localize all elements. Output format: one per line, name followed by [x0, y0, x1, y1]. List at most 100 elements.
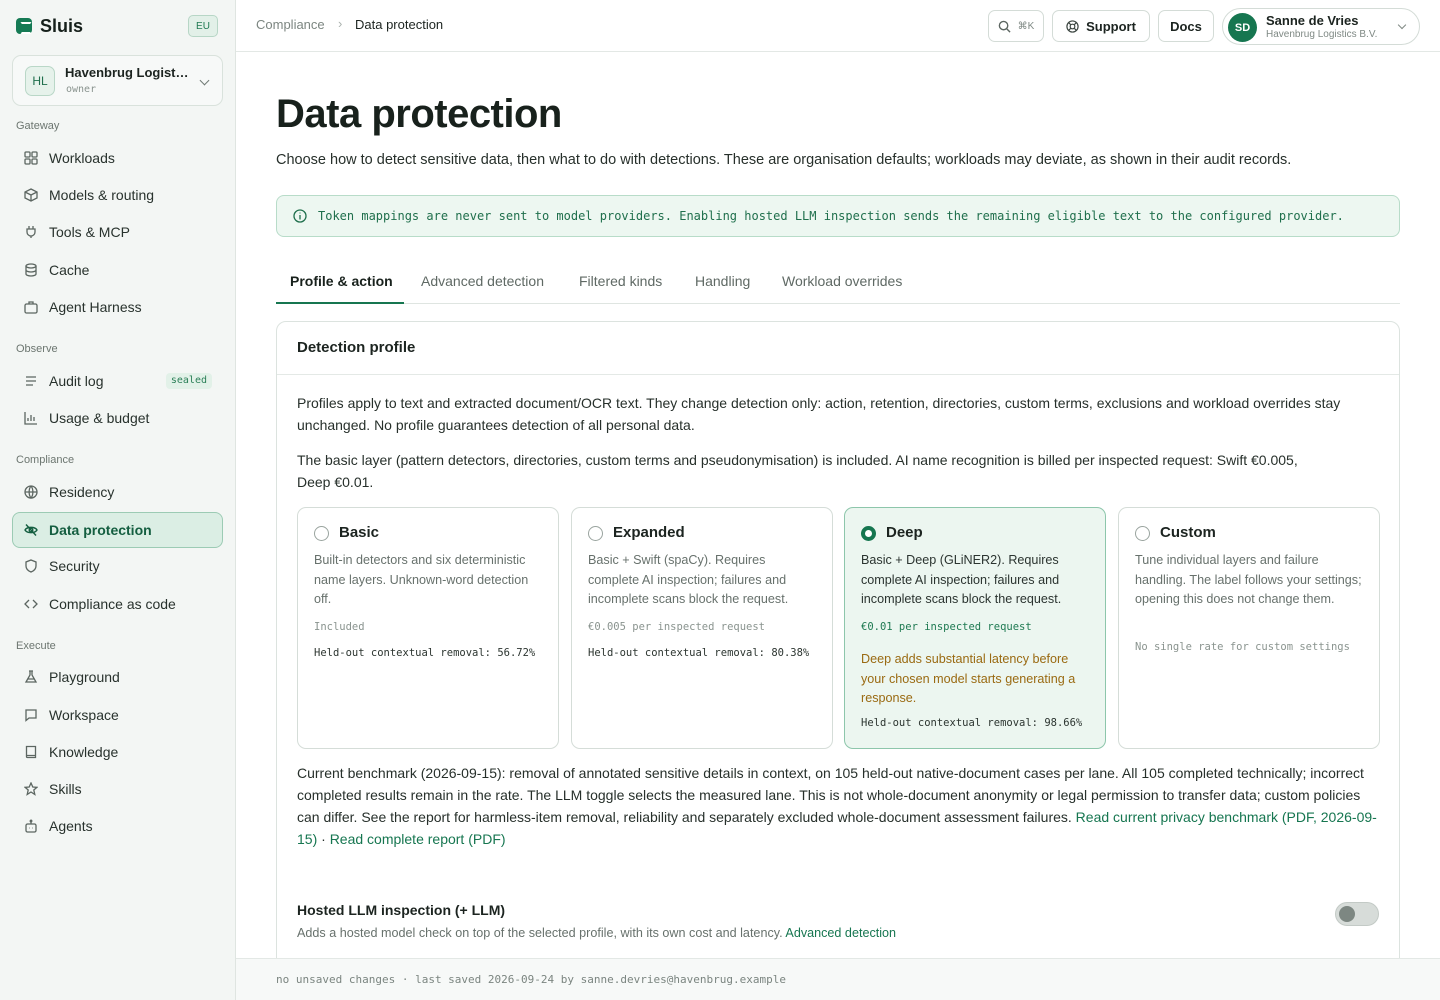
sluis-logo-icon	[16, 18, 32, 34]
sidebar-item-usage-budget[interactable]: Usage & budget	[12, 400, 223, 436]
sidebar-item-label: Playground	[49, 669, 120, 685]
llm-inspection-toggle[interactable]	[1335, 902, 1379, 926]
nav-section-gateway: Gateway	[16, 120, 60, 132]
sidebar-item-label: Compliance as code	[49, 596, 176, 612]
sidebar-item-label: Residency	[49, 484, 115, 500]
org-name: Havenbrug Logistics B.V.	[65, 65, 189, 80]
support-label: Support	[1086, 18, 1136, 34]
sidebar-item-label: Models & routing	[49, 187, 155, 203]
sidebar-item-label: Security	[49, 558, 100, 574]
sidebar-item-models-routing[interactable]: Models & routing	[12, 177, 223, 213]
profile-price: No single rate for custom settings	[1135, 641, 1350, 653]
sidebar-item-tools-mcp[interactable]: Tools & MCP	[12, 214, 223, 250]
grid-icon	[24, 151, 38, 165]
tab-filtered-kinds[interactable]: Filtered kinds	[579, 273, 662, 289]
sidebar-item-workloads[interactable]: Workloads	[12, 140, 223, 176]
chevron-down-icon	[199, 75, 210, 86]
org-avatar: HL	[25, 66, 55, 96]
profile-option-basic[interactable]: Basic Built-in detectors and six determi…	[297, 507, 559, 749]
book-icon	[25, 745, 37, 759]
region-badge: EU	[188, 15, 218, 37]
tab-handling[interactable]: Handling	[695, 273, 750, 289]
notice-text: Token mappings are never sent to model p…	[318, 209, 1344, 223]
status-footer: no unsaved changes · last saved 2026-09-…	[236, 958, 1440, 1000]
search-button[interactable]: ⌘K	[988, 10, 1044, 42]
sidebar-item-security[interactable]: Security	[12, 548, 223, 584]
sidebar-item-agents[interactable]: Agents	[12, 808, 223, 844]
search-icon	[998, 20, 1011, 33]
chat-icon	[25, 709, 37, 722]
profile-description: Basic + Swift (spaCy). Requires complete…	[588, 553, 789, 606]
profile-option-expanded[interactable]: Expanded Basic + Swift (spaCy). Requires…	[571, 507, 833, 749]
sidebar: Sluis EU HL Havenbrug Logistics B.V. own…	[0, 0, 236, 1000]
bar-chart-icon	[24, 412, 37, 425]
search-shortcut: ⌘K	[1017, 20, 1035, 32]
sidebar-item-residency[interactable]: Residency	[12, 474, 223, 510]
sidebar-item-knowledge[interactable]: Knowledge	[12, 734, 223, 770]
topbar: Compliance › Data protection ⌘K Support …	[236, 0, 1440, 52]
sidebar-item-agent-harness[interactable]: Agent Harness	[12, 289, 223, 325]
sidebar-item-label: Agents	[49, 818, 93, 834]
sidebar-item-label: Knowledge	[49, 744, 119, 760]
support-button[interactable]: Support	[1052, 10, 1150, 42]
briefcase-icon	[24, 301, 38, 314]
user-name: Sanne de Vries	[1266, 13, 1359, 28]
detection-profile-card: Detection profile Profiles apply to text…	[276, 321, 1400, 981]
llm-inspection-description: Adds a hosted model check on top of the …	[297, 926, 896, 940]
org-role: owner	[66, 84, 97, 95]
profile-name: Custom	[1160, 524, 1216, 541]
page-title: Data protection	[276, 92, 562, 136]
eye-off-icon	[24, 524, 38, 536]
latency-warning: Deep adds substantial latency before you…	[861, 652, 1076, 705]
radio-custom[interactable]	[1135, 526, 1150, 541]
sidebar-item-label: Workspace	[49, 707, 119, 723]
sidebar-item-audit-log[interactable]: Audit log sealed	[12, 363, 223, 399]
radio-expanded[interactable]	[588, 526, 603, 541]
chevron-down-icon	[1397, 20, 1407, 30]
cube-icon	[24, 188, 38, 202]
user-org: Havenbrug Logistics B.V.	[1266, 29, 1378, 40]
advanced-detection-link[interactable]: Advanced detection	[785, 926, 896, 940]
star-icon	[24, 782, 38, 796]
tab-advanced-detection[interactable]: Advanced detection	[421, 273, 544, 289]
org-switcher[interactable]: HL Havenbrug Logistics B.V. owner	[12, 55, 223, 106]
breadcrumb-parent[interactable]: Compliance	[256, 17, 325, 32]
sidebar-item-label: Workloads	[49, 150, 115, 166]
sidebar-item-label: Audit log	[49, 373, 104, 389]
tab-workload-overrides[interactable]: Workload overrides	[782, 273, 902, 289]
profile-price: Included	[314, 621, 365, 633]
benchmark-note: Current benchmark (2026-09-15): removal …	[297, 762, 1381, 850]
report-link[interactable]: Read complete report (PDF)	[330, 831, 506, 847]
sidebar-item-label: Cache	[49, 262, 90, 278]
sidebar-item-workspace[interactable]: Workspace	[12, 697, 223, 733]
sidebar-item-data-protection[interactable]: Data protection	[12, 512, 223, 548]
radio-deep[interactable]	[861, 526, 876, 541]
robot-icon	[25, 819, 37, 833]
profile-name: Deep	[886, 524, 923, 541]
tab-profile-action[interactable]: Profile & action	[290, 273, 393, 289]
sidebar-item-label: Data protection	[49, 522, 152, 538]
sidebar-item-compliance-as-code[interactable]: Compliance as code	[12, 586, 223, 622]
avatar: SD	[1228, 13, 1257, 42]
app-name: Sluis	[40, 15, 84, 36]
docs-button[interactable]: Docs	[1158, 10, 1214, 42]
save-status: no unsaved changes · last saved 2026-09-…	[276, 973, 786, 986]
nav-section-compliance: Compliance	[16, 454, 75, 466]
profile-price: €0.005 per inspected request	[588, 621, 766, 633]
profile-option-deep[interactable]: Deep Basic + Deep (GLiNER2). Requires co…	[844, 507, 1106, 749]
profile-removal-rate: Held-out contextual removal: 80.38%	[588, 647, 810, 659]
globe-icon	[24, 485, 38, 499]
sidebar-item-cache[interactable]: Cache	[12, 252, 223, 288]
user-menu[interactable]: SD Sanne de Vries Havenbrug Logistics B.…	[1222, 8, 1420, 45]
sidebar-item-skills[interactable]: Skills	[12, 771, 223, 807]
nav-section-execute: Execute	[16, 640, 56, 652]
brand[interactable]: Sluis	[16, 14, 83, 38]
radio-basic[interactable]	[314, 526, 329, 541]
sidebar-item-playground[interactable]: Playground	[12, 659, 223, 695]
profile-removal-rate: Held-out contextual removal: 56.72%	[314, 647, 536, 659]
profile-option-custom[interactable]: Custom Tune individual layers and failur…	[1118, 507, 1380, 749]
llm-inspection-title: Hosted LLM inspection (+ LLM)	[297, 902, 506, 918]
active-tab-indicator	[276, 302, 404, 304]
breadcrumb-current: Data protection	[355, 17, 444, 32]
profile-name: Basic	[339, 524, 380, 541]
